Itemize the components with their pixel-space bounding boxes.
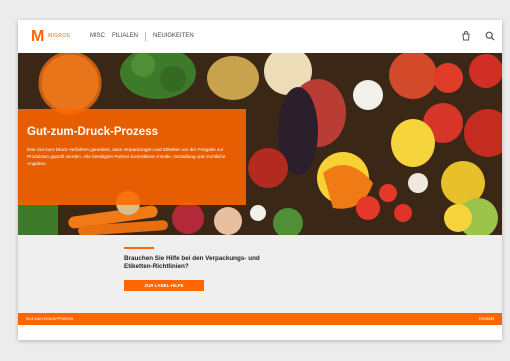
hero-text-panel: Gut-zum-Druck-Prozess Das Gut-zum-Druck-… <box>18 109 246 205</box>
search-icon[interactable] <box>484 30 496 42</box>
footer-left-link[interactable]: Gut-zum-Druck-Prozess <box>26 316 73 321</box>
nav-divider <box>145 32 147 41</box>
logo-text: MIGROS <box>48 33 71 39</box>
nav-item-filialen[interactable]: FILIALEN <box>112 33 138 41</box>
cta-question: Brauchen Sie Hilfe bei den Verpackungs- … <box>124 255 260 270</box>
footer-bar: Gut-zum-Druck-Prozess Kontakt <box>18 313 502 325</box>
nav-item-misc[interactable]: MISC <box>90 33 105 41</box>
hero-banner: Gut-zum-Druck-Prozess Das Gut-zum-Druck-… <box>18 53 502 235</box>
nav-item-neuigkeiten[interactable]: NEUIGKEITEN <box>153 33 194 41</box>
accent-line <box>124 247 154 249</box>
hero-description: Das Gut-zum-Druck-Verfahren garantiert, … <box>27 147 226 166</box>
logo[interactable]: M <box>31 29 44 45</box>
main-nav: MISC FILIALEN NEUIGKEITEN <box>90 32 194 41</box>
shopping-bag-icon[interactable] <box>460 30 472 42</box>
hero-title: Gut-zum-Druck-Prozess <box>27 126 158 138</box>
footer-right-link[interactable]: Kontakt <box>479 316 494 321</box>
cta-section: Brauchen Sie Hilfe bei den Verpackungs- … <box>18 235 502 313</box>
top-navigation-bar: M MIGROS MISC FILIALEN NEUIGKEITEN <box>18 20 502 53</box>
page: M MIGROS MISC FILIALEN NEUIGKEITEN Gut-z… <box>18 20 502 340</box>
label-help-button[interactable]: ZUR LABEL-HILFE <box>124 280 204 291</box>
